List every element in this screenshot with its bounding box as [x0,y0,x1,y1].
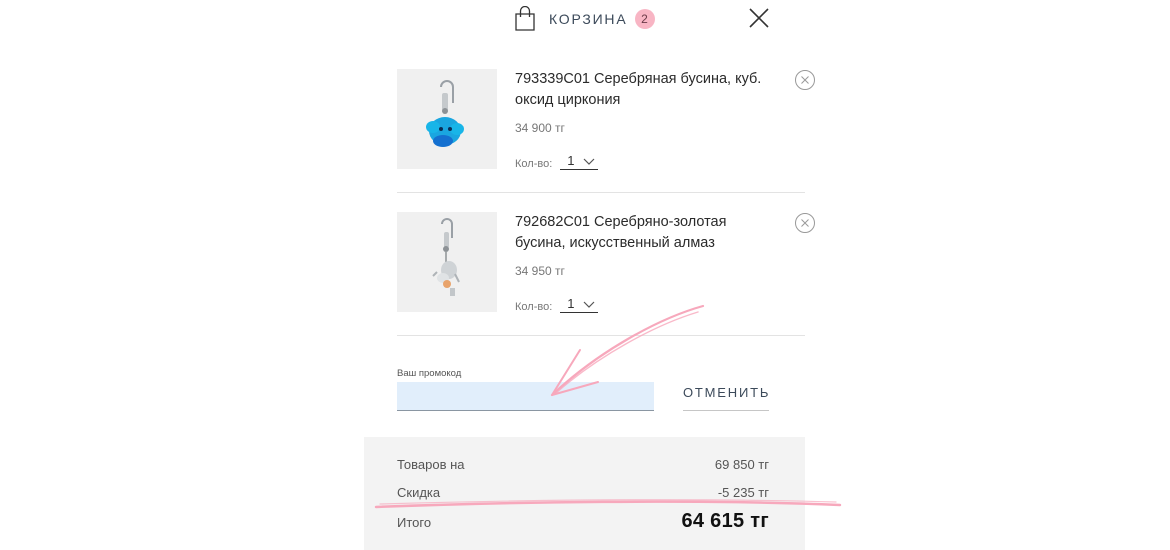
promo-code-label: Ваш промокод [397,368,462,379]
quantity-select[interactable]: 1 [560,153,599,170]
promo-code-input[interactable] [397,382,654,411]
product-image[interactable] [397,69,497,169]
close-icon[interactable] [748,7,770,29]
annotation-arrow-shaft [555,311,699,394]
quantity-value: 1 [567,296,575,311]
cancel-promo-button[interactable]: ОТМЕНИТЬ [683,382,769,411]
item-price: 34 950 тг [515,264,565,278]
summary-row-total: Итого 64 615 тг [397,510,769,533]
goods-value: 69 850 тг [714,457,769,472]
chevron-down-icon [583,300,595,308]
cart-header: КОРЗИНА 2 [514,5,655,32]
quantity-label: Кол-во: [515,301,553,313]
quantity-label: Кол-во: [515,158,553,170]
quantity-select[interactable]: 1 [560,296,599,313]
product-image[interactable] [397,212,497,312]
goods-label: Товаров на [397,457,465,472]
order-summary: Товаров на 69 850 тг Скидка -5 235 тг Ит… [364,437,805,550]
cart-count-badge: 2 [634,9,655,29]
total-value: 64 615 тг [681,510,769,532]
quantity-control: Кол-во: 1 [515,296,599,313]
shopping-bag-icon [514,5,536,32]
quantity-value: 1 [567,153,575,168]
divider [397,335,805,336]
total-label: Итого [397,515,432,530]
chevron-down-icon [583,157,595,165]
summary-row-discount: Скидка -5 235 тг [397,485,769,500]
divider [397,192,805,193]
cart-title: КОРЗИНА [549,11,628,27]
summary-row-goods: Товаров на 69 850 тг [397,457,769,472]
remove-item-icon[interactable] [794,69,816,91]
discount-value: -5 235 тг [717,485,769,500]
item-price: 34 900 тг [515,121,565,135]
remove-item-icon[interactable] [794,212,816,234]
item-name[interactable]: 792682C01 Серебряно-золотая бусина, иску… [515,212,775,254]
discount-label: Скидка [397,485,441,500]
item-name[interactable]: 793339C01 Серебряная бусина, куб. оксид … [515,69,775,111]
quantity-control: Кол-во: 1 [515,153,599,170]
